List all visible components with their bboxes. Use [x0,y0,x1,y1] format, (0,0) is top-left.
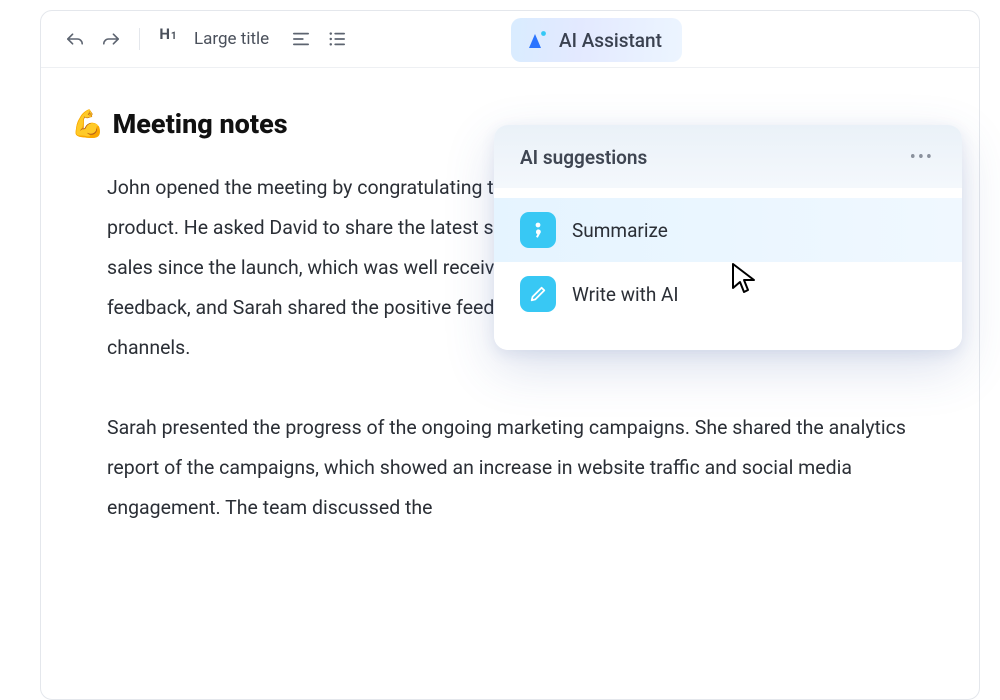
heading-level: 1 [171,31,177,42]
ai-suggestion-write-with-ai[interactable]: Write with AI [494,262,962,326]
ai-logo-icon [525,28,549,52]
align-button[interactable] [287,25,315,53]
align-left-icon [292,31,310,47]
ai-assistant-label: AI Assistant [559,29,662,52]
redo-button[interactable] [97,25,125,53]
ai-suggestions-popup: AI suggestions ••• Summarize Write with … [494,125,962,350]
paragraph-2[interactable]: Sarah presented the progress of the ongo… [107,408,909,528]
heading-style-label: Large title [194,29,269,49]
heading-token: H [159,25,170,43]
toolbar-separator [139,28,140,50]
title-emoji: 💪 [71,108,105,140]
undo-button[interactable] [61,25,89,53]
page-title[interactable]: Meeting notes [113,108,288,140]
pencil-icon [520,276,556,312]
semicolon-icon [520,212,556,248]
ai-popup-body: Summarize Write with AI [494,188,962,350]
ai-popup-more-button[interactable]: ••• [906,145,938,170]
toolbar: H1 Large title [41,11,979,68]
ai-suggestion-label: Write with AI [572,283,679,306]
list-button[interactable] [323,25,351,53]
ai-suggestion-label: Summarize [572,219,668,242]
bullet-list-icon [328,31,346,47]
ai-popup-header: AI suggestions ••• [494,125,962,188]
more-horizontal-icon: ••• [910,147,934,168]
ai-assistant-button[interactable]: AI Assistant [511,18,682,62]
ai-popup-title: AI suggestions [520,146,647,169]
editor-frame: H1 Large title AI Assistant 💪 Meeting no… [40,10,980,700]
undo-icon [65,31,85,47]
redo-icon [101,31,121,47]
ai-suggestion-summarize[interactable]: Summarize [494,198,962,262]
heading-style-button[interactable]: H1 [154,25,182,53]
